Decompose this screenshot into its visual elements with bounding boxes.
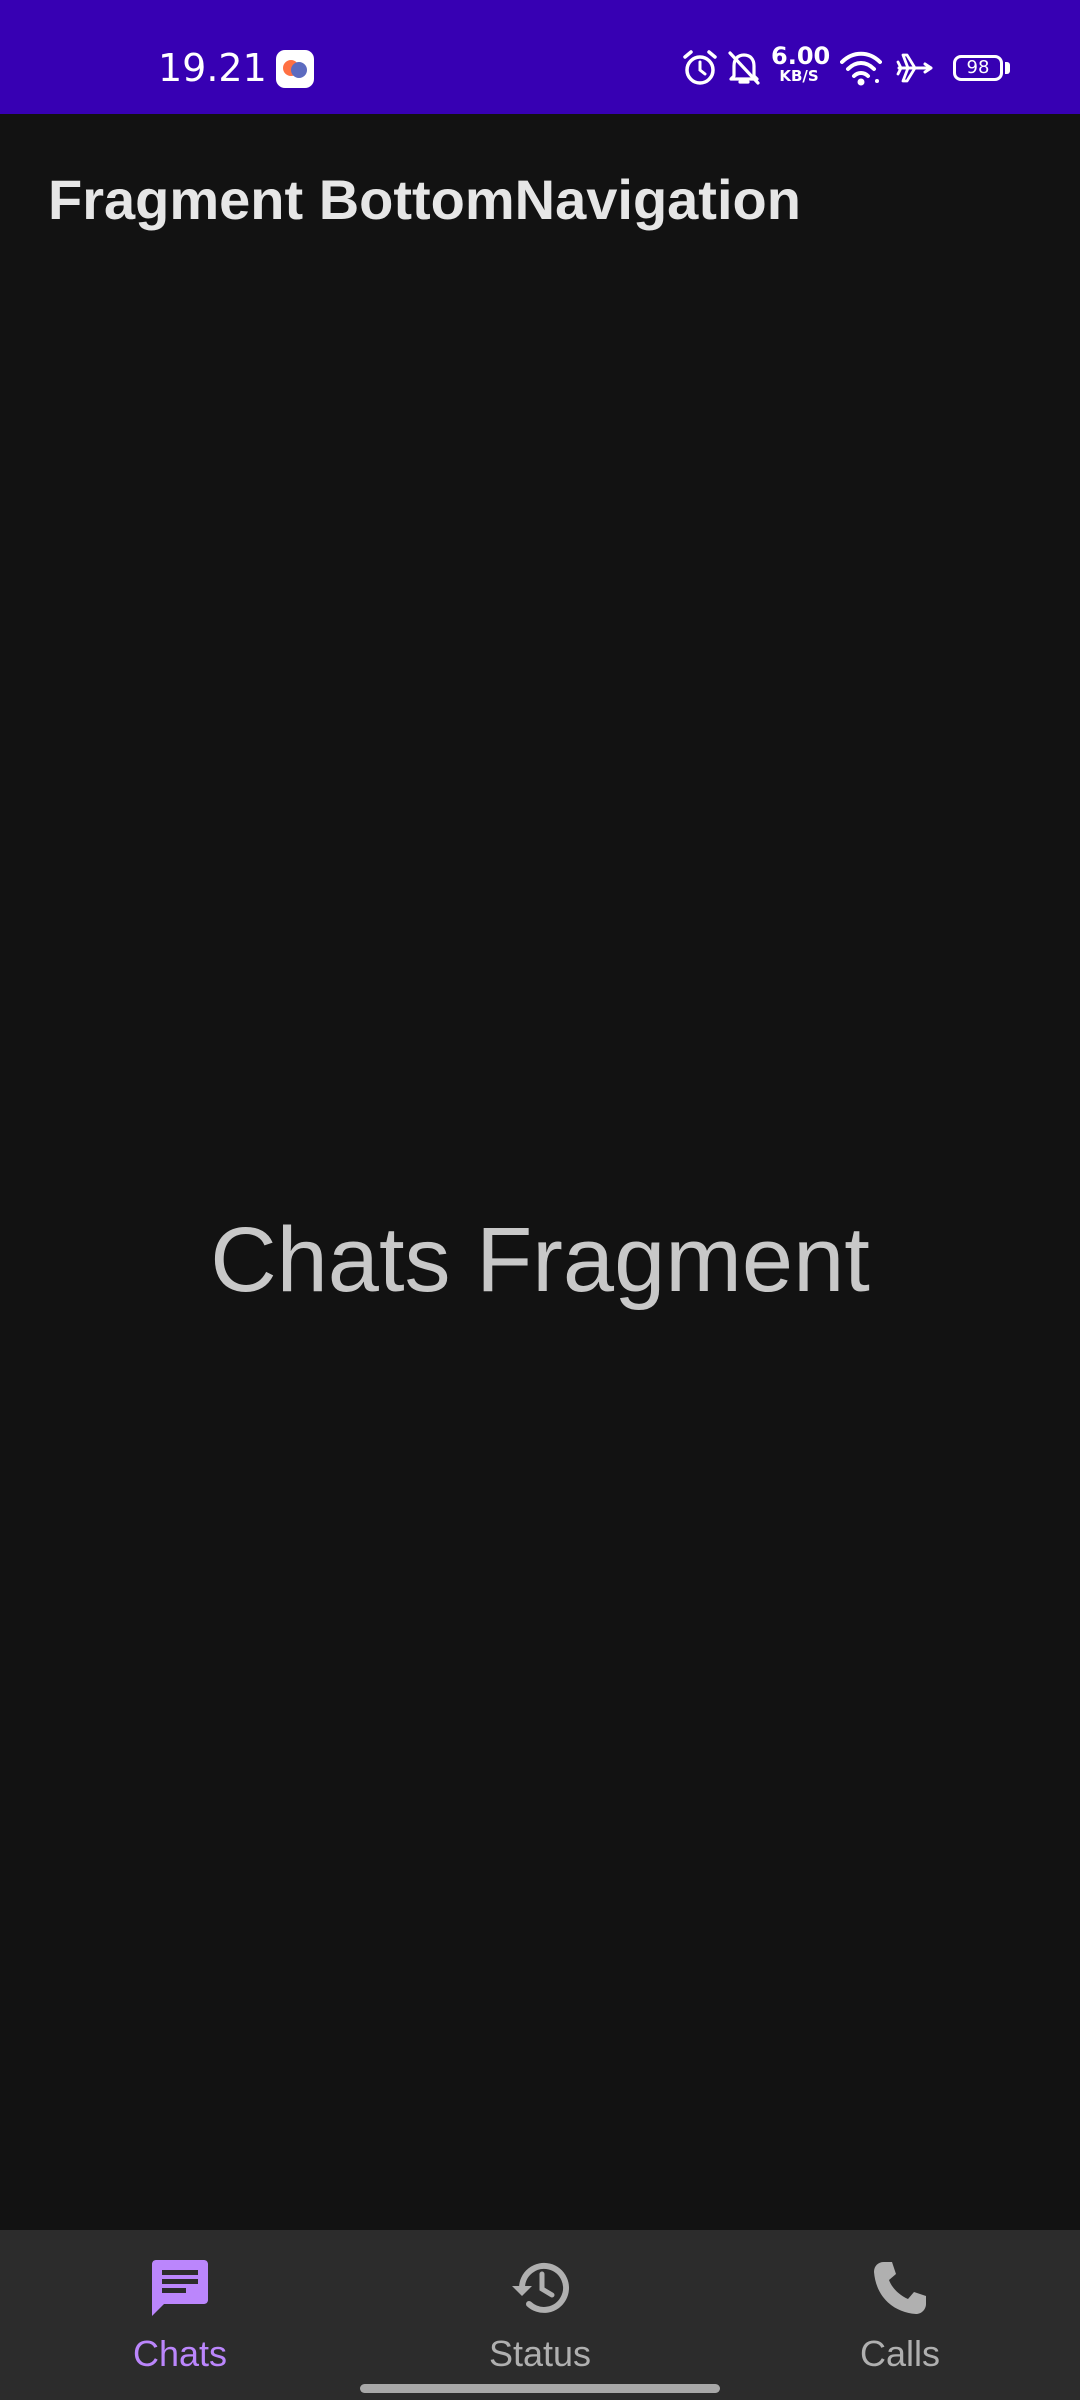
wifi-icon <box>840 51 882 86</box>
battery-tip <box>1005 62 1010 74</box>
airplane-icon <box>896 53 933 83</box>
app-bar-title: Fragment BottomNavigation <box>48 168 801 231</box>
phone-icon <box>874 2262 926 2314</box>
app-notification-icon <box>276 50 314 88</box>
status-time: 19.21 <box>158 46 267 90</box>
fragment-content-text: Chats Fragment <box>210 1209 870 1311</box>
status-bar: 19.21 6.00 KB/S 98 <box>0 0 1080 114</box>
alarm-icon <box>683 50 717 85</box>
bell-off-icon <box>728 51 760 85</box>
network-speed-value: 6.00 <box>771 42 831 70</box>
battery-icon: 98 <box>953 55 1003 81</box>
nav-item-status[interactable]: Status <box>360 2230 720 2400</box>
nav-item-chats[interactable]: Chats <box>0 2230 360 2400</box>
nav-label-calls: Calls <box>859 2333 940 2374</box>
network-speed-unit: KB/S <box>779 67 819 85</box>
nav-label-chats: Chats <box>132 2333 228 2374</box>
nav-item-calls[interactable]: Calls <box>720 2230 1080 2400</box>
nav-label-status: Status <box>488 2333 592 2374</box>
network-speed: 6.00 KB/S <box>771 42 831 85</box>
history-icon <box>512 2262 569 2313</box>
chat-icon <box>152 2260 208 2316</box>
bottom-navigation: Chats Status Calls <box>0 2230 1080 2400</box>
screen: 19.21 6.00 KB/S 98 Fragment BottomNaviga… <box>0 0 1080 2400</box>
home-indicator[interactable] <box>360 2384 720 2393</box>
